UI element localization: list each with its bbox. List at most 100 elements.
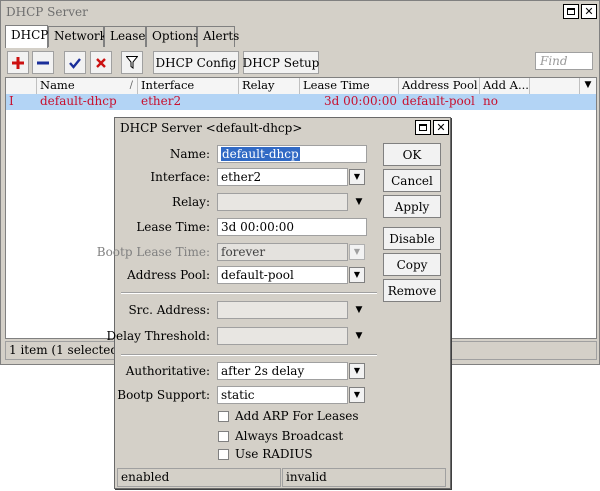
- authoritative-select[interactable]: after 2s delay: [217, 362, 348, 380]
- column-spare: [530, 78, 580, 94]
- add-arp-label: Add ARP For Leases: [235, 409, 359, 423]
- src-address-dropdown-icon[interactable]: ▼: [353, 302, 365, 318]
- column-flag[interactable]: [6, 78, 37, 94]
- remove-button[interactable]: [32, 51, 54, 74]
- bootp-lease-time-field: forever: [217, 243, 348, 261]
- address-pool-label: Address Pool:: [127, 268, 210, 282]
- address-pool-dropdown-button[interactable]: ▼: [349, 267, 365, 283]
- checkbox-box[interactable]: [218, 410, 229, 422]
- close-button[interactable]: ✕: [581, 4, 597, 19]
- interface-label: Interface:: [150, 170, 210, 184]
- relay-dropdown-icon[interactable]: ▼: [353, 194, 365, 210]
- checkbox-box[interactable]: [218, 430, 229, 442]
- checkbox-box[interactable]: [218, 448, 229, 460]
- authoritative-label: Authoritative:: [125, 364, 210, 378]
- disable-button[interactable]: Disable: [383, 227, 441, 250]
- apply-button[interactable]: Apply: [383, 195, 441, 218]
- find-input[interactable]: Find: [535, 52, 593, 70]
- dialog-maximize-button[interactable]: [415, 120, 431, 135]
- add-button[interactable]: [7, 51, 29, 74]
- tab-leases[interactable]: Leases: [104, 26, 152, 47]
- dialog-title: DHCP Server <default-dhcp>: [115, 118, 450, 139]
- relay-label: Relay:: [172, 195, 210, 209]
- column-interface[interactable]: Interface: [138, 78, 239, 94]
- status-enabled: enabled: [117, 468, 281, 487]
- table-header: Name / Interface Relay Lease Time Addres…: [6, 78, 596, 95]
- chevron-down-icon: ▼: [353, 390, 361, 399]
- tab-options[interactable]: Options: [146, 26, 199, 47]
- column-address-pool[interactable]: Address Pool: [399, 78, 480, 94]
- row-lease-time: 3d 00:00:00: [323, 94, 397, 108]
- window-title: DHCP Server: [1, 1, 599, 23]
- enable-button[interactable]: [64, 51, 86, 74]
- dhcp-setup-button[interactable]: DHCP Setup: [243, 51, 319, 74]
- maximize-icon: [567, 8, 575, 15]
- tab-networks[interactable]: Networks: [48, 26, 113, 47]
- minus-icon: [37, 61, 49, 64]
- column-chooser-dropdown[interactable]: ▼: [580, 78, 596, 94]
- tab-alerts[interactable]: Alerts: [197, 26, 239, 47]
- copy-button[interactable]: Copy: [383, 253, 441, 276]
- delay-threshold-field[interactable]: [217, 327, 348, 345]
- bootp-support-dropdown-button[interactable]: ▼: [349, 387, 365, 403]
- chevron-down-icon: ▼: [353, 172, 361, 181]
- row-name: default-dhcp: [40, 94, 117, 108]
- maximize-button[interactable]: [563, 4, 579, 19]
- dialog-close-button[interactable]: ✕: [433, 120, 449, 135]
- dhcp-config-button[interactable]: DHCP Config: [153, 51, 239, 74]
- column-name[interactable]: Name /: [37, 78, 138, 94]
- chevron-down-icon: ▼: [353, 247, 361, 256]
- dhcp-server-dialog: DHCP Server <default-dhcp> ✕ Name: defau…: [97, 117, 451, 489]
- interface-dropdown-button[interactable]: ▼: [349, 169, 365, 185]
- close-icon: ✕: [584, 5, 594, 18]
- filter-icon: [126, 56, 138, 69]
- use-radius-checkbox[interactable]: Use RADIUS: [218, 446, 313, 462]
- use-radius-label: Use RADIUS: [235, 447, 313, 461]
- row-address-pool: default-pool: [402, 94, 475, 108]
- chevron-down-icon: ▼: [353, 366, 361, 375]
- address-pool-select[interactable]: default-pool: [217, 266, 348, 284]
- ok-button[interactable]: OK: [383, 143, 441, 166]
- column-lease-time[interactable]: Lease Time: [300, 78, 399, 94]
- row-add-arp: no: [483, 94, 498, 108]
- row-flag: I: [9, 94, 14, 108]
- always-broadcast-label: Always Broadcast: [235, 429, 344, 443]
- plus-icon: [12, 56, 24, 69]
- delay-threshold-label: Delay Threshold:: [106, 329, 210, 343]
- disable-button[interactable]: [90, 51, 112, 74]
- src-address-field[interactable]: [217, 301, 348, 319]
- column-name-label: Name: [40, 78, 75, 92]
- name-label: Name:: [169, 147, 210, 161]
- bootp-support-label: Bootp Support:: [117, 388, 210, 402]
- status-invalid: invalid: [282, 468, 446, 487]
- cancel-button[interactable]: Cancel: [383, 169, 441, 192]
- cross-icon: [96, 57, 106, 68]
- always-broadcast-checkbox[interactable]: Always Broadcast: [218, 428, 343, 444]
- table-row[interactable]: I default-dhcp ether2 3d 00:00:00 defaul…: [6, 94, 596, 110]
- separator: [121, 292, 377, 294]
- tab-dhcp[interactable]: DHCP: [5, 25, 48, 48]
- row-interface: ether2: [141, 94, 182, 108]
- name-field[interactable]: default-dhcp: [217, 145, 367, 163]
- relay-field[interactable]: [217, 193, 348, 211]
- chevron-down-icon: ▼: [353, 270, 361, 279]
- maximize-icon: [419, 124, 427, 131]
- sort-indicator-icon: /: [129, 80, 133, 91]
- lease-time-label: Lease Time:: [136, 220, 210, 234]
- add-arp-checkbox[interactable]: Add ARP For Leases: [218, 408, 359, 424]
- bootp-support-select[interactable]: static: [217, 386, 348, 404]
- check-icon: [69, 57, 81, 69]
- row-relay: [239, 94, 300, 110]
- bootp-lease-time-label: Bootp Lease Time:: [96, 245, 210, 259]
- lease-time-field[interactable]: 3d 00:00:00: [217, 218, 367, 236]
- close-icon: ✕: [436, 121, 446, 134]
- interface-select[interactable]: ether2: [217, 168, 348, 186]
- src-address-label: Src. Address:: [128, 303, 210, 317]
- delay-threshold-dropdown-icon[interactable]: ▼: [353, 328, 365, 344]
- remove-button[interactable]: Remove: [383, 279, 441, 302]
- column-add-arp[interactable]: Add A...: [480, 78, 530, 94]
- column-relay[interactable]: Relay: [239, 78, 300, 94]
- filter-button[interactable]: [121, 51, 143, 74]
- authoritative-dropdown-button[interactable]: ▼: [349, 363, 365, 379]
- name-value: default-dhcp: [221, 147, 300, 161]
